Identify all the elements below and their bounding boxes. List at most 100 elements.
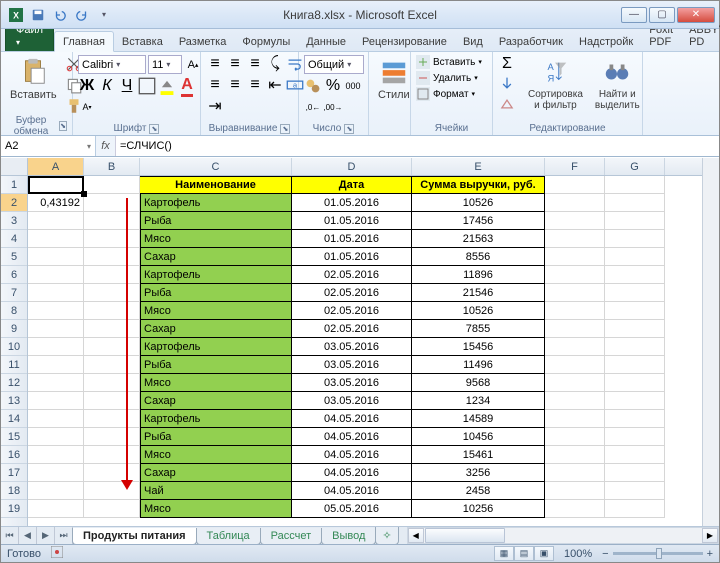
scroll-thumb[interactable]: [425, 528, 505, 543]
row-header-10[interactable]: 10: [1, 338, 27, 356]
sheet-nav-next[interactable]: ▶: [37, 527, 55, 544]
cell-C1[interactable]: Наименование: [140, 176, 292, 194]
cell-B1[interactable]: [84, 176, 140, 194]
cell-A1[interactable]: [28, 176, 84, 194]
cell-E11[interactable]: 11496: [412, 356, 545, 374]
row-header-11[interactable]: 11: [1, 356, 27, 374]
cell-C12[interactable]: Мясо: [140, 374, 292, 392]
cell-C10[interactable]: Картофель: [140, 338, 292, 356]
font-launcher[interactable]: ⬊: [149, 124, 159, 134]
col-header-D[interactable]: D: [292, 158, 412, 175]
qat-customize-icon[interactable]: ▾: [95, 6, 113, 24]
cell-G7[interactable]: [605, 284, 665, 302]
cell-F15[interactable]: [545, 428, 605, 446]
cell-D13[interactable]: 03.05.2016: [292, 392, 412, 410]
cell-B3[interactable]: [84, 212, 140, 230]
border-icon[interactable]: [138, 77, 156, 95]
cell-A15[interactable]: [28, 428, 84, 446]
row-header-7[interactable]: 7: [1, 284, 27, 302]
cell-F1[interactable]: [545, 176, 605, 194]
font-name-combo[interactable]: Calibri▾: [78, 55, 146, 74]
decrease-indent-icon[interactable]: ⇤: [266, 76, 284, 94]
cell-D8[interactable]: 02.05.2016: [292, 302, 412, 320]
cell-D19[interactable]: 05.05.2016: [292, 500, 412, 518]
cell-E10[interactable]: 15456: [412, 338, 545, 356]
cell-E13[interactable]: 1234: [412, 392, 545, 410]
styles-button[interactable]: Стили: [374, 55, 414, 103]
minimize-button[interactable]: —: [621, 7, 647, 23]
row-header-2[interactable]: 2: [1, 194, 27, 212]
cell-C8[interactable]: Мясо: [140, 302, 292, 320]
cell-G8[interactable]: [605, 302, 665, 320]
cell-F10[interactable]: [545, 338, 605, 356]
cell-A12[interactable]: [28, 374, 84, 392]
cell-F2[interactable]: [545, 194, 605, 212]
zoom-out-button[interactable]: −: [602, 548, 608, 560]
cell-E19[interactable]: 10256: [412, 500, 545, 518]
select-all-corner[interactable]: [1, 158, 28, 176]
clear-icon[interactable]: [498, 95, 516, 113]
tab-home[interactable]: Главная: [54, 31, 114, 52]
row-header-19[interactable]: 19: [1, 500, 27, 518]
row-header-13[interactable]: 13: [1, 392, 27, 410]
cell-D9[interactable]: 02.05.2016: [292, 320, 412, 338]
row-header-5[interactable]: 5: [1, 248, 27, 266]
tab-data[interactable]: Данные: [298, 32, 354, 51]
comma-icon[interactable]: 000: [344, 77, 362, 95]
font-color-icon[interactable]: A: [178, 77, 196, 95]
format-cells-button[interactable]: Формат▾: [416, 87, 475, 101]
cell-G9[interactable]: [605, 320, 665, 338]
underline-button[interactable]: Ч: [118, 77, 136, 95]
cell-C14[interactable]: Картофель: [140, 410, 292, 428]
scroll-right-button[interactable]: ▶: [702, 528, 718, 543]
cell-B5[interactable]: [84, 248, 140, 266]
cell-D4[interactable]: 01.05.2016: [292, 230, 412, 248]
cell-F12[interactable]: [545, 374, 605, 392]
cell-A19[interactable]: [28, 500, 84, 518]
clipboard-launcher[interactable]: ⬊: [59, 121, 67, 131]
cell-G5[interactable]: [605, 248, 665, 266]
new-sheet-button[interactable]: ✧: [375, 527, 398, 545]
row-header-16[interactable]: 16: [1, 446, 27, 464]
paste-button[interactable]: Вставить: [6, 55, 61, 103]
tab-view[interactable]: Вид: [455, 32, 491, 51]
undo-icon[interactable]: [51, 6, 69, 24]
sheet-tab-3[interactable]: Рассчет: [260, 528, 323, 545]
increase-indent-icon[interactable]: ⇥: [206, 97, 224, 115]
view-page-break-icon[interactable]: ▣: [534, 546, 554, 561]
cell-G4[interactable]: [605, 230, 665, 248]
align-left-icon[interactable]: ≡: [206, 76, 224, 94]
sheet-nav-last[interactable]: ⏭: [55, 527, 73, 544]
cell-E8[interactable]: 10526: [412, 302, 545, 320]
cell-G3[interactable]: [605, 212, 665, 230]
row-header-1[interactable]: 1: [1, 176, 27, 194]
maximize-button[interactable]: ▢: [649, 7, 675, 23]
fill-color-icon[interactable]: [158, 77, 176, 95]
cell-D2[interactable]: 01.05.2016: [292, 194, 412, 212]
vertical-scrollbar[interactable]: [702, 158, 719, 526]
cell-F4[interactable]: [545, 230, 605, 248]
tab-review[interactable]: Рецензирование: [354, 32, 455, 51]
italic-button[interactable]: К: [98, 77, 116, 95]
cell-E18[interactable]: 2458: [412, 482, 545, 500]
insert-cells-button[interactable]: Вставить▾: [416, 55, 482, 69]
save-icon[interactable]: [29, 6, 47, 24]
cell-F14[interactable]: [545, 410, 605, 428]
zoom-slider[interactable]: [613, 552, 703, 555]
excel-icon[interactable]: X: [7, 6, 25, 24]
row-header-18[interactable]: 18: [1, 482, 27, 500]
cell-E16[interactable]: 15461: [412, 446, 545, 464]
cell-G15[interactable]: [605, 428, 665, 446]
row-header-12[interactable]: 12: [1, 374, 27, 392]
cell-C15[interactable]: Рыба: [140, 428, 292, 446]
cell-F3[interactable]: [545, 212, 605, 230]
cell-G2[interactable]: [605, 194, 665, 212]
cell-A9[interactable]: [28, 320, 84, 338]
scroll-left-button[interactable]: ◀: [408, 528, 424, 543]
tab-insert[interactable]: Вставка: [114, 32, 171, 51]
cell-F13[interactable]: [545, 392, 605, 410]
cell-G19[interactable]: [605, 500, 665, 518]
cell-D14[interactable]: 04.05.2016: [292, 410, 412, 428]
align-top-icon[interactable]: ≡: [206, 55, 224, 73]
cell-D1[interactable]: Дата: [292, 176, 412, 194]
